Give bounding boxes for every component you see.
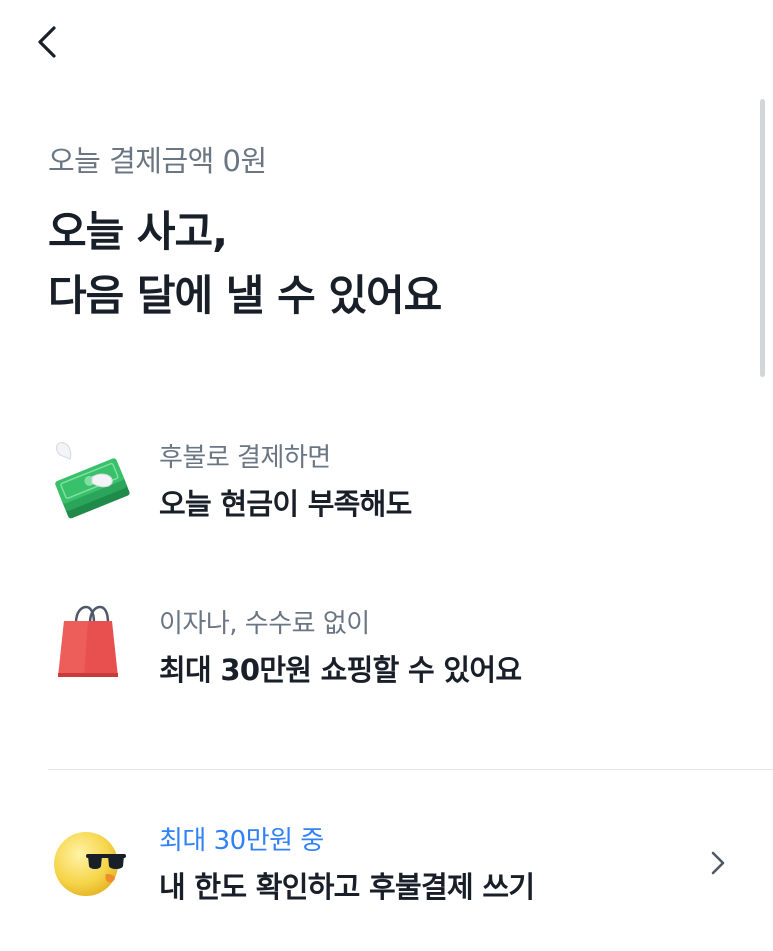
scrollbar[interactable] (760, 99, 765, 377)
payment-amount-subtitle: 오늘 결제금액 0원 (48, 144, 267, 178)
benefit-caption: 후불로 결제하면 (159, 443, 331, 473)
chevron-left-icon (38, 26, 56, 58)
benefit-item-cash: 후불로 결제하면 오늘 현금이 부족해도 (48, 437, 748, 537)
limit-cta-label: 내 한도 확인하고 후불결제 쓰기 (159, 870, 535, 904)
check-limit-button[interactable]: 최대 30만원 중 내 한도 확인하고 후불결제 쓰기 (48, 810, 773, 930)
shopping-bag-icon (58, 605, 118, 677)
headline-line-2: 다음 달에 낼 수 있어요 (48, 271, 442, 320)
back-button[interactable] (30, 22, 70, 62)
screen: 오늘 결제금액 0원 오늘 사고, 다음 달에 낼 수 있어요 후불로 결제하면… (0, 0, 773, 951)
cash-with-wings-icon (55, 442, 130, 519)
divider (48, 769, 773, 770)
page-title: 오늘 사고, 다음 달에 낼 수 있어요 (48, 200, 442, 328)
benefit-title: 오늘 현금이 부족해도 (159, 487, 412, 521)
benefit-item-shopping: 이자나, 수수료 없이 최대 30만원 쇼핑할 수 있어요 (48, 603, 748, 703)
benefit-title: 최대 30만원 쇼핑할 수 있어요 (159, 653, 522, 687)
chevron-right-icon (711, 851, 725, 875)
headline-line-1: 오늘 사고, (48, 207, 228, 256)
benefit-caption: 이자나, 수수료 없이 (159, 609, 370, 639)
limit-caption: 최대 30만원 중 (159, 826, 324, 856)
sunglasses-chick-icon (54, 832, 126, 896)
